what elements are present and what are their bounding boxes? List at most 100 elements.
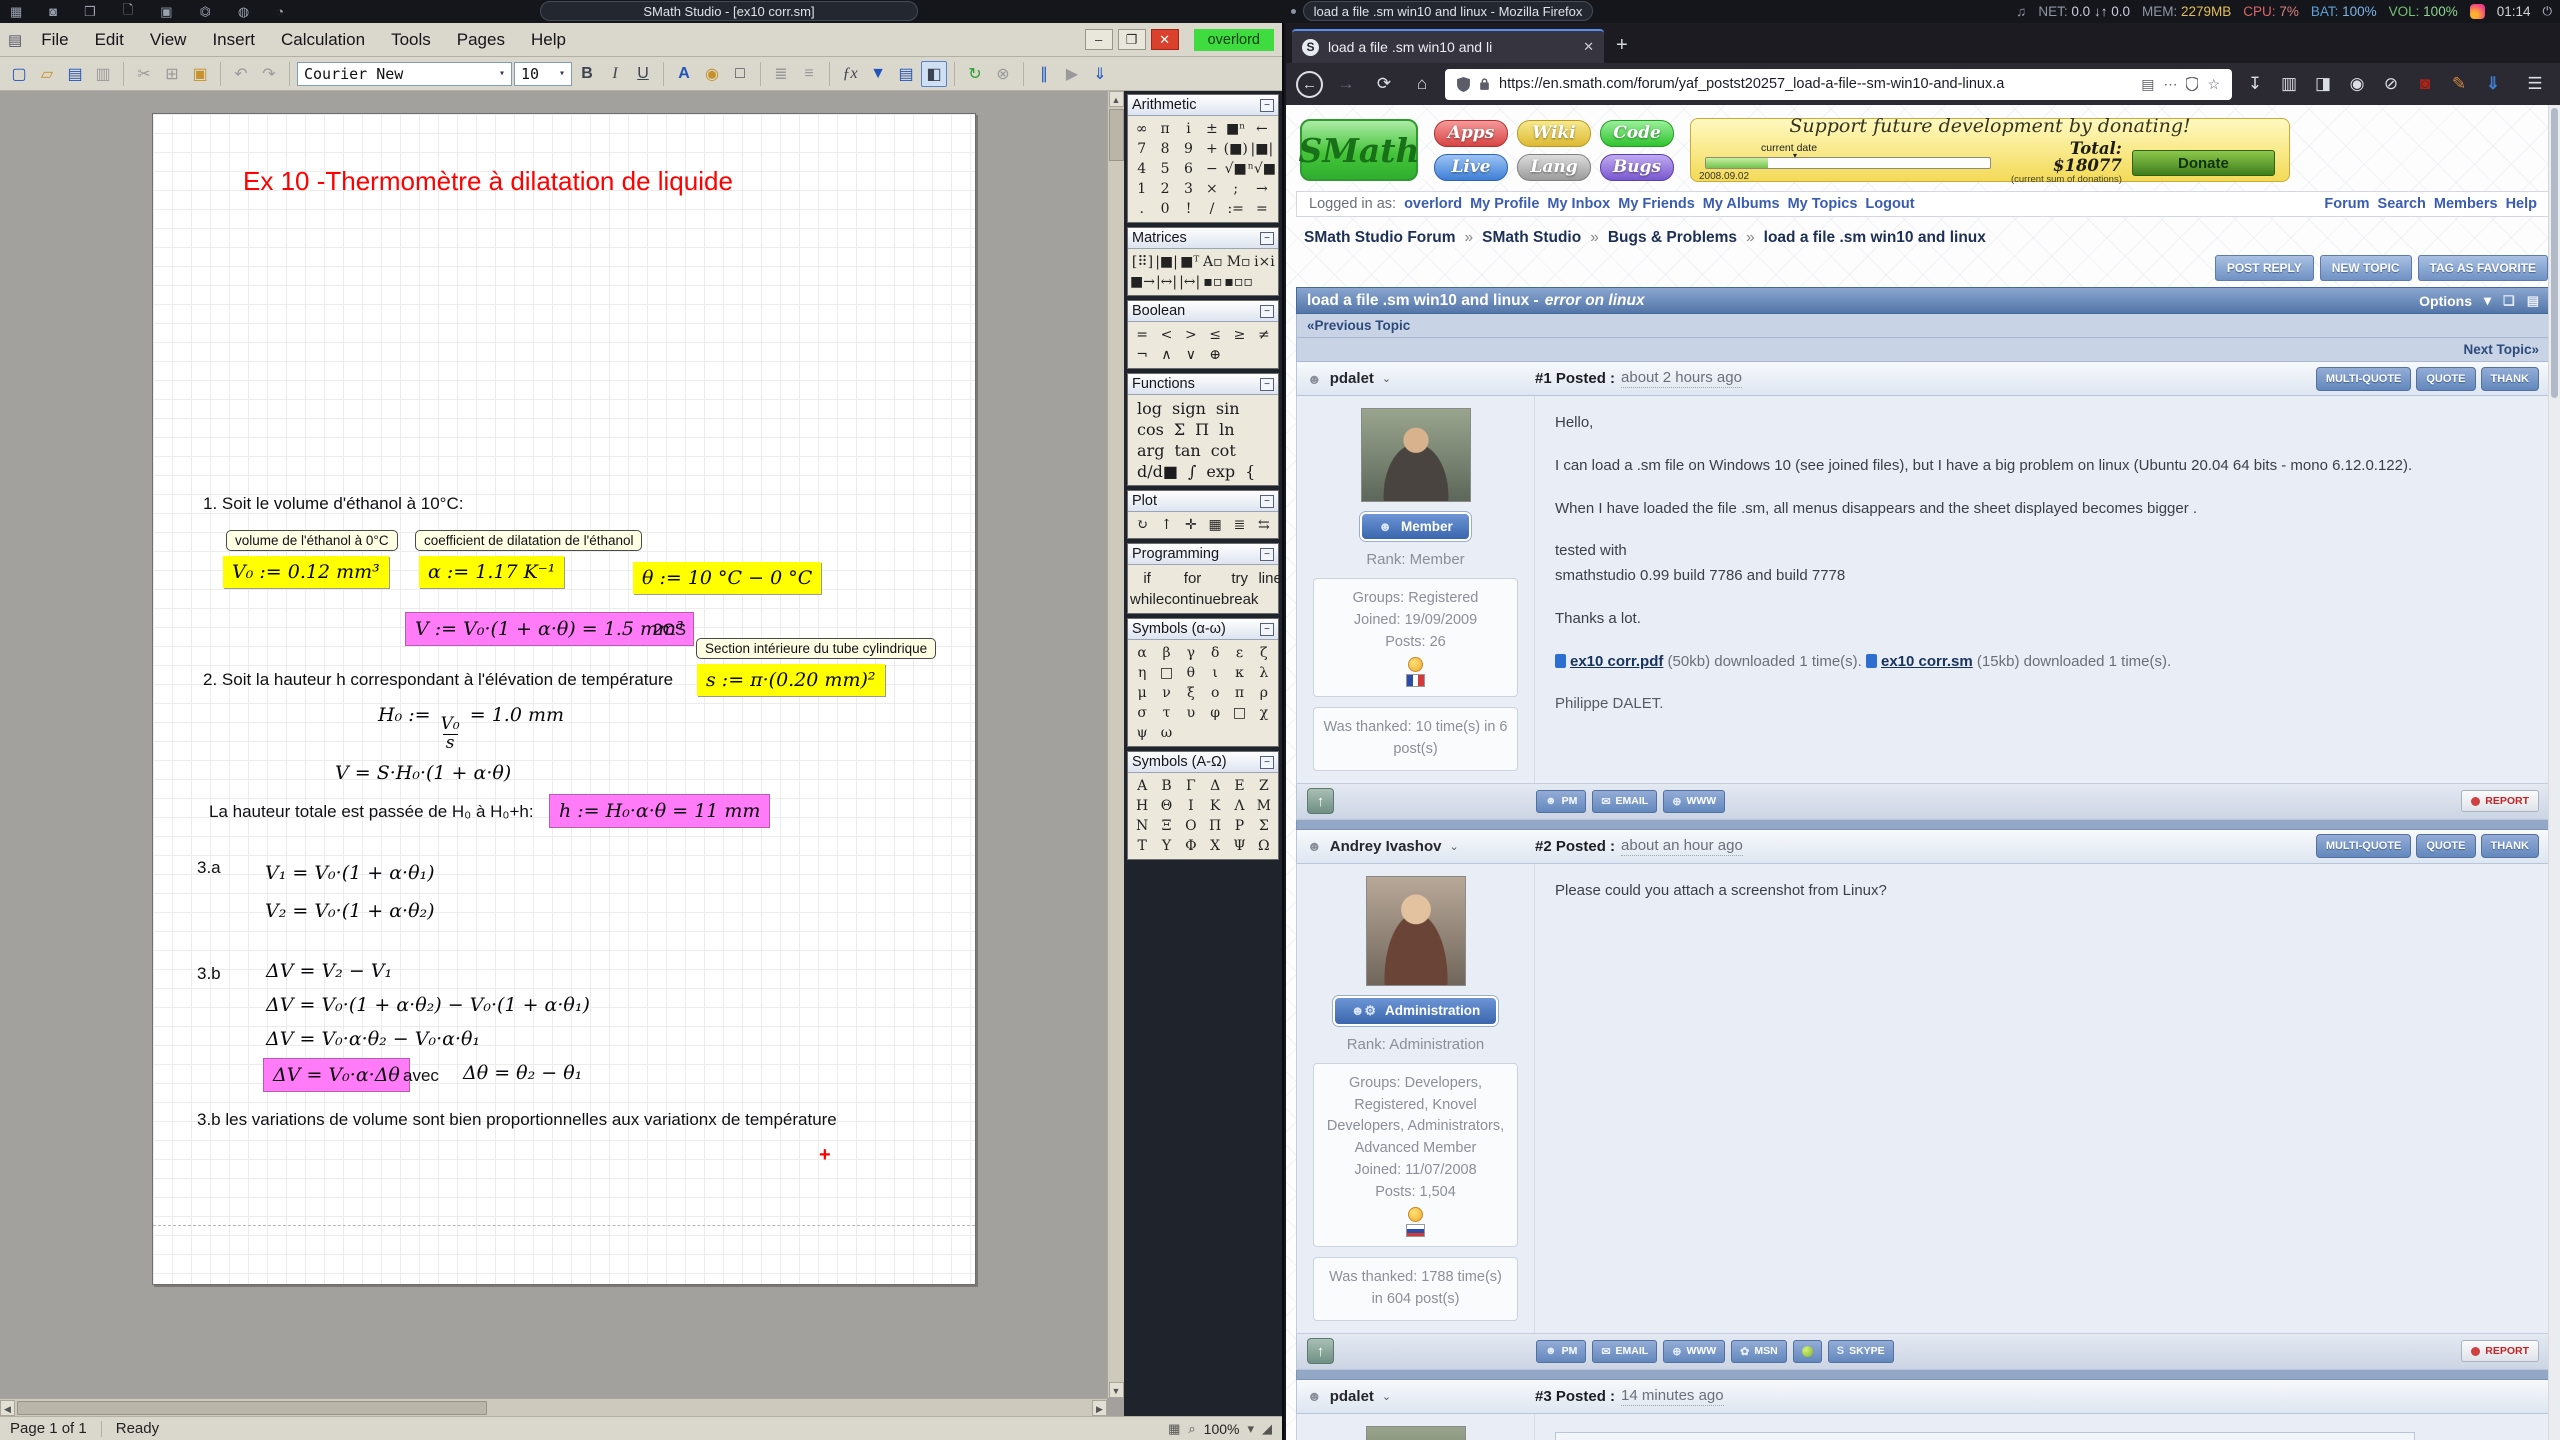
grid-icon[interactable]: ▦ [10, 4, 22, 20]
zoom-select-caret[interactable]: ▾ [1247, 1421, 1254, 1437]
palette-button[interactable]: Ψ [1227, 836, 1251, 856]
palette-button[interactable]: Ε [1227, 776, 1251, 796]
border-button[interactable]: □ [727, 61, 753, 87]
new-button[interactable]: ▢ [6, 61, 32, 87]
palette-button[interactable]: |■| [1248, 139, 1276, 159]
previous-topic-link[interactable]: «Previous Topic [1296, 314, 2550, 338]
reload-button[interactable]: ⟳ [1369, 69, 1399, 99]
post-author[interactable]: Andrey Ivashov [1330, 838, 1442, 855]
palette-button[interactable]: μ [1130, 683, 1154, 703]
palette-button[interactable]: ▪▫▫ [1224, 272, 1252, 292]
report-button[interactable]: REPORT [2461, 790, 2539, 812]
palette-button[interactable]: Θ [1154, 796, 1178, 816]
font-family-select[interactable]: Courier New▾ [297, 62, 512, 86]
palette-button[interactable]: . [1130, 199, 1153, 219]
forum-link[interactable]: Search [2378, 196, 2426, 212]
formula-dtheta[interactable]: Δθ = θ₂ − θ₁ [463, 1062, 582, 1084]
nav-pill[interactable]: Apps [1434, 120, 1508, 147]
breadcrumb-item[interactable]: load a file .sm win10 and linux [1746, 229, 1986, 247]
collapse-icon[interactable]: − [1260, 232, 1274, 245]
smath-canvas[interactable]: Ex 10 -Thermomètre à dilatation de liqui… [0, 91, 1124, 1416]
multiquote-button[interactable]: MULTI-QUOTE [2316, 367, 2412, 391]
doc-text[interactable]: La hauteur totale est passée de H₀ à H₀+… [209, 802, 534, 822]
palette-button[interactable]: ⇆ [1252, 515, 1276, 535]
palette-button[interactable]: 7 [1130, 139, 1153, 159]
nav-pill[interactable]: Code [1600, 120, 1674, 147]
chevron-down-icon[interactable]: ⌄ [1449, 840, 1458, 853]
palette-button[interactable]: 6 [1177, 159, 1200, 179]
forum-link[interactable]: Forum [2324, 196, 2369, 212]
quote-button[interactable]: QUOTE [2416, 367, 2475, 391]
nav-pill[interactable]: Lang [1517, 154, 1591, 181]
library-icon[interactable]: ▥ [2274, 69, 2304, 99]
filter-button[interactable]: ▼ [865, 61, 891, 87]
palette-button[interactable]: ■ⁿ [1224, 119, 1248, 139]
username-link[interactable]: overlord [1404, 196, 1462, 212]
palette-button[interactable]: 1 [1130, 179, 1153, 199]
scrollbar-thumb[interactable] [17, 1401, 487, 1415]
palette-button[interactable]: i×i [1253, 252, 1276, 272]
taskbar-smath-window-title[interactable]: SMath Studio - [ex10 corr.sm] [540, 1, 918, 21]
palette-button[interactable]: line [1258, 568, 1281, 589]
formula-v2[interactable]: V₂ = V₀·(1 + α·θ₂) [265, 900, 435, 922]
menu-item[interactable]: Help [518, 25, 579, 55]
camera-icon[interactable]: ⏣ [200, 4, 211, 20]
palette-button[interactable]: χ [1252, 703, 1276, 723]
options-dropdown[interactable]: Options [2419, 293, 2472, 309]
palette-button[interactable]: ρ [1252, 683, 1276, 703]
palette-button[interactable]: ≣ [1227, 515, 1251, 535]
formula-v1[interactable]: V₁ = V₀·(1 + α·θ₁) [265, 862, 435, 884]
palette-button[interactable]: α [1130, 643, 1154, 663]
clock-icon[interactable]: ◔ [276, 4, 284, 19]
account-link[interactable]: My Friends [1618, 196, 1695, 212]
palette-button[interactable]: = [1248, 199, 1276, 219]
palette-button[interactable]: τ [1154, 703, 1178, 723]
account-link[interactable]: My Inbox [1547, 196, 1610, 212]
bookmark-star-icon[interactable]: ☆ [2207, 76, 2220, 93]
formula-dv3[interactable]: ΔV = V₀·α·θ₂ − V₀·α·θ₁ [266, 1028, 480, 1050]
attachment-link[interactable]: ex10 corr.pdf [1570, 653, 1663, 670]
palette-button[interactable]: ο [1203, 683, 1227, 703]
palette-button[interactable]: ξ [1179, 683, 1203, 703]
annotate-icon[interactable]: ✎ [2444, 69, 2474, 99]
palette-button[interactable]: > [1179, 325, 1203, 345]
collapse-icon[interactable]: − [1260, 99, 1274, 112]
lock-icon[interactable] [1479, 77, 1490, 91]
play-button[interactable]: ▶ [1059, 61, 1085, 87]
palette-button[interactable]: κ [1227, 663, 1251, 683]
scrollbar-thumb[interactable] [1109, 109, 1124, 161]
forum-link[interactable]: Members [2434, 196, 2498, 212]
post-time[interactable]: 14 minutes ago [1621, 1387, 1724, 1406]
tab-close-icon[interactable]: ✕ [1583, 39, 1594, 55]
url-bar[interactable]: https://en.smath.com/forum/yaf_postst202… [1445, 69, 2232, 100]
palette-button[interactable]: ▪▫ [1201, 272, 1224, 292]
palette-button[interactable]: ε [1227, 643, 1251, 663]
scroll-down-icon[interactable]: ▼ [1109, 1382, 1124, 1398]
post-time[interactable]: about an hour ago [1621, 837, 1743, 856]
palette-button[interactable]: γ [1179, 643, 1203, 663]
palette-button[interactable]: log [1132, 398, 1167, 419]
collapse-icon[interactable]: − [1260, 623, 1274, 636]
nav-pill[interactable]: Wiki [1517, 120, 1591, 147]
palette-button[interactable]: 4 [1130, 159, 1153, 179]
palette-button[interactable]: |■| [1155, 252, 1178, 272]
palette-button[interactable]: Ι [1179, 796, 1203, 816]
video-download-icon[interactable]: ⇓ [2478, 69, 2508, 99]
reference-book-button[interactable]: ▤ [893, 61, 919, 87]
account-link[interactable]: My Topics [1788, 196, 1858, 212]
doc-tag[interactable]: 2CS [653, 620, 686, 640]
back-to-top-button[interactable]: ↑ [1307, 1338, 1334, 1364]
taskbar-firefox-window-title[interactable]: load a file .sm win10 and linux - Mozill… [1303, 1, 1593, 21]
palette-button[interactable]: Μ [1252, 796, 1276, 816]
breadcrumb-item[interactable]: SMath Studio [1465, 229, 1582, 247]
collapse-icon[interactable]: − [1260, 378, 1274, 391]
palette-button[interactable]: Κ [1203, 796, 1227, 816]
collapse-icon[interactable]: − [1260, 305, 1274, 318]
open-button[interactable]: ▱ [34, 61, 60, 87]
palette-button[interactable]: 0 [1153, 199, 1176, 219]
post-author[interactable]: pdalet [1330, 370, 1374, 387]
horizontal-scrollbar[interactable]: ◀ ▶ [0, 1398, 1107, 1416]
pause-button[interactable]: ∥ [1031, 61, 1057, 87]
palette-button[interactable]: Τ [1130, 836, 1154, 856]
palette-button[interactable]: M▫ [1224, 252, 1252, 272]
